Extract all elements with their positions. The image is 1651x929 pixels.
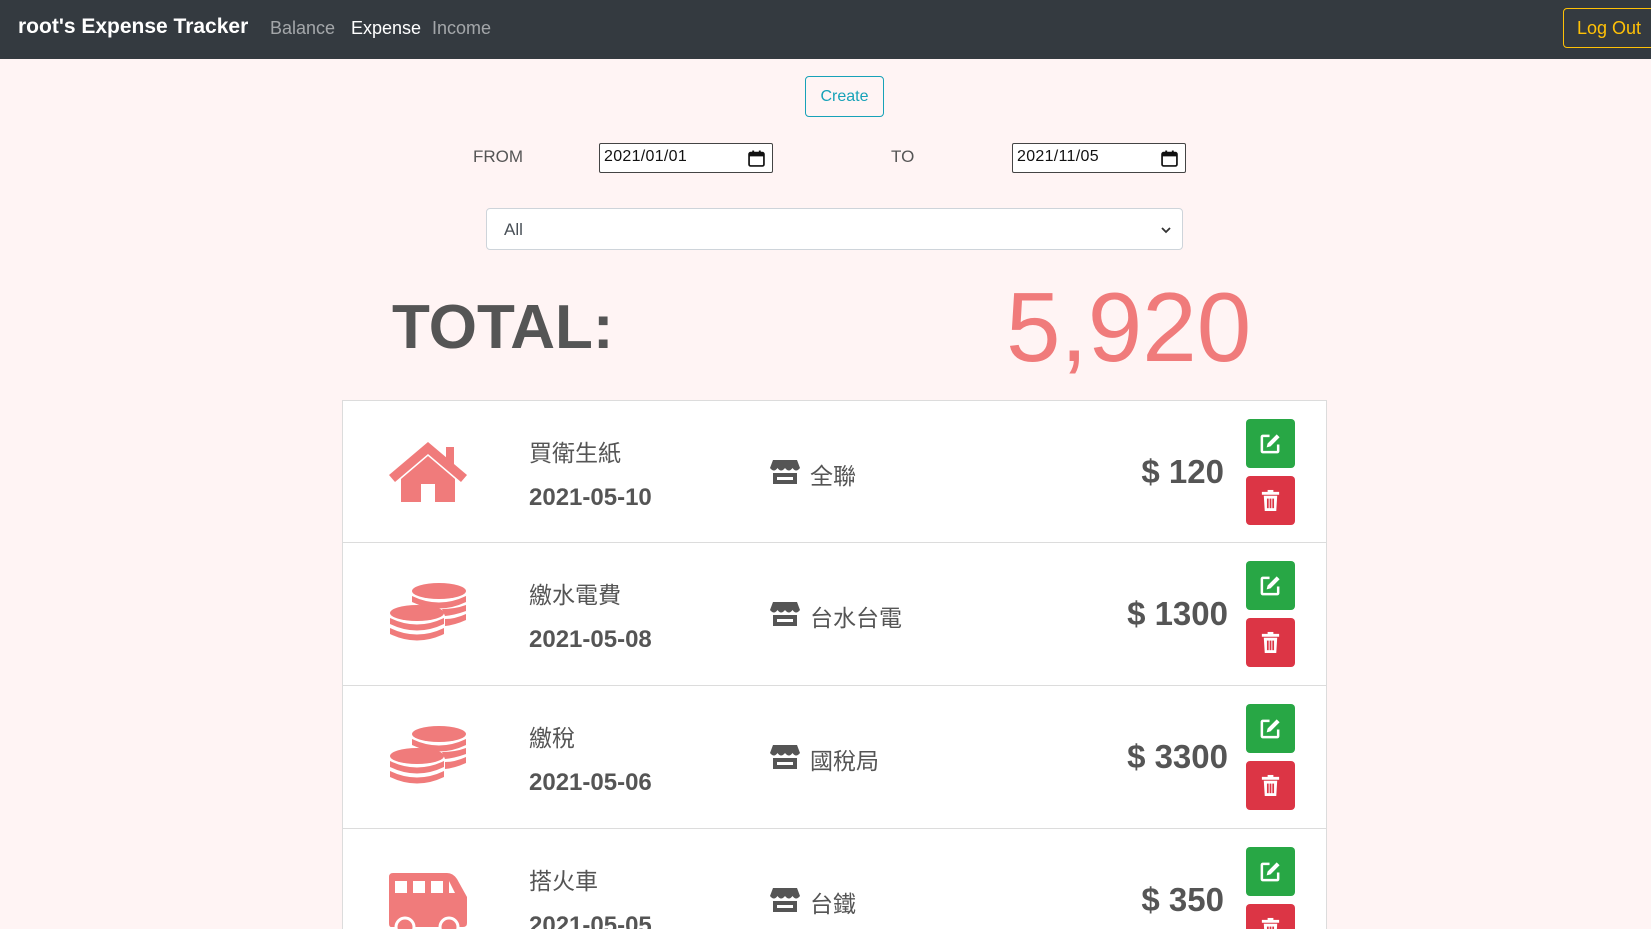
delete-button[interactable] [1246, 904, 1295, 929]
expense-date: 2021-05-05 [529, 912, 652, 929]
store-icon [770, 745, 800, 769]
expense-date: 2021-05-08 [529, 626, 652, 653]
delete-button[interactable] [1246, 618, 1295, 667]
nav-link-balance[interactable]: Balance [270, 18, 335, 39]
to-date-input[interactable]: 2021/11/05 [1012, 143, 1186, 173]
create-button[interactable]: Create [805, 76, 884, 117]
edit-icon [1260, 719, 1280, 739]
to-date-value: 2021/11/05 [1017, 148, 1099, 165]
category-select[interactable]: All [486, 208, 1183, 250]
edit-button[interactable] [1246, 847, 1295, 896]
edit-icon [1260, 576, 1280, 596]
chevron-down-icon [1161, 227, 1171, 234]
edit-button[interactable] [1246, 561, 1295, 610]
from-label: FROM [473, 147, 524, 166]
logout-button[interactable]: Log Out [1563, 8, 1651, 48]
expense-store: 全聯 [810, 464, 856, 490]
edit-button[interactable] [1246, 704, 1295, 753]
store-icon [770, 602, 800, 626]
trash-icon [1261, 917, 1280, 929]
coins-icon [390, 726, 466, 784]
expense-title: 搭火車 [529, 869, 598, 895]
from-date-input[interactable]: 2021/01/01 [599, 143, 773, 173]
expense-date: 2021-05-10 [529, 484, 652, 511]
calendar-icon[interactable] [1161, 150, 1178, 167]
expense-amount: $ 120 [1141, 453, 1224, 490]
expense-title: 繳稅 [529, 726, 575, 752]
expense-title: 繳水電費 [529, 583, 621, 609]
from-date-value: 2021/01/01 [604, 148, 688, 165]
store-icon [770, 888, 800, 912]
delete-button[interactable] [1246, 761, 1295, 810]
expense-item: 搭火車 2021-05-05 台鐵 $ 350 [342, 829, 1327, 929]
expense-amount: $ 350 [1141, 881, 1224, 918]
edit-button[interactable] [1246, 419, 1295, 468]
expense-store: 國稅局 [810, 749, 879, 775]
expense-title: 買衛生紙 [529, 441, 621, 467]
trash-icon [1261, 774, 1280, 797]
edit-icon [1260, 434, 1280, 454]
coins-icon [390, 583, 466, 641]
store-icon [770, 460, 800, 484]
nav-link-expense[interactable]: Expense [351, 18, 421, 39]
home-icon [389, 442, 467, 502]
category-select-value: All [504, 220, 523, 239]
expense-amount: $ 1300 [1127, 595, 1228, 632]
total-value: 5,920 [1006, 272, 1252, 382]
expense-date: 2021-05-06 [529, 769, 652, 796]
expense-list: 買衛生紙 2021-05-10 全聯 $ 120 繳水電費 2021-05-08… [342, 400, 1327, 929]
brand-title[interactable]: root's Expense Tracker [18, 15, 248, 39]
delete-button[interactable] [1246, 476, 1295, 525]
expense-store: 台水台電 [810, 606, 902, 632]
edit-icon [1260, 862, 1280, 882]
expense-item: 買衛生紙 2021-05-10 全聯 $ 120 [342, 400, 1327, 543]
total-label: TOTAL: [392, 293, 614, 362]
expense-store: 台鐵 [810, 892, 856, 918]
expense-item: 繳水電費 2021-05-08 台水台電 $ 1300 [342, 543, 1327, 686]
to-label: TO [891, 147, 915, 166]
navbar: root's Expense Tracker Balance Expense I… [0, 0, 1651, 59]
expense-amount: $ 3300 [1127, 738, 1228, 775]
trash-icon [1261, 489, 1280, 512]
bus-icon [389, 873, 467, 929]
calendar-icon[interactable] [748, 150, 765, 167]
expense-item: 繳稅 2021-05-06 國稅局 $ 3300 [342, 686, 1327, 829]
nav-link-income[interactable]: Income [432, 18, 491, 39]
trash-icon [1261, 631, 1280, 654]
